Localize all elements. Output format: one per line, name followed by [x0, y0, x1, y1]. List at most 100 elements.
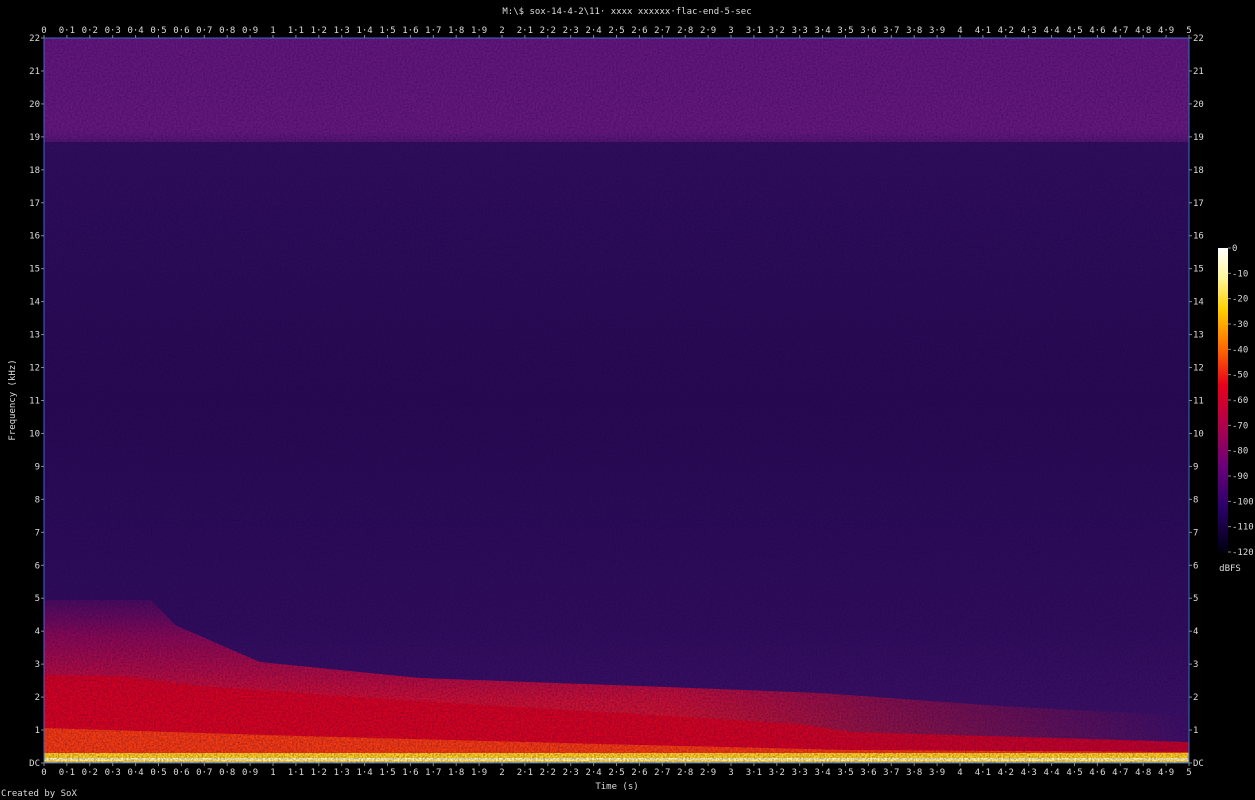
x-tick-label-bottom: 2·9: [700, 768, 716, 778]
y-tick-label-right: 8: [1193, 495, 1198, 505]
y-tick-label-right: 14: [1193, 298, 1204, 308]
colorbar-tick-label: -30: [1232, 320, 1248, 330]
x-tick-label-bottom: 1·2: [311, 768, 327, 778]
x-tick-label-top: 1·7: [425, 26, 441, 36]
x-tick-label-top: 3: [728, 26, 733, 36]
x-tick-label-top: 2·6: [631, 26, 647, 36]
x-tick-label-top: 3·7: [883, 26, 899, 36]
y-tick-label-left: 21: [29, 67, 40, 77]
x-tick-label-bottom: 0·7: [196, 768, 212, 778]
x-axis-label: Time (s): [595, 782, 638, 792]
x-tick-label-bottom: 0·1: [59, 768, 75, 778]
x-tick-label-bottom: 2: [499, 768, 504, 778]
x-tick-label-bottom: 1·1: [288, 768, 304, 778]
x-tick-label-top: 2: [499, 26, 504, 36]
x-tick-label-top: 4: [957, 26, 962, 36]
x-tick-label-top: 0·3: [105, 26, 121, 36]
x-tick-label-top: 0·9: [242, 26, 258, 36]
y-tick-label-left: 22: [29, 34, 40, 44]
x-tick-label-bottom: 4·3: [1021, 768, 1037, 778]
x-tick-label-bottom: 1·5: [379, 768, 395, 778]
x-tick-label-bottom: 1·6: [402, 768, 418, 778]
y-tick-label-right: 3: [1193, 660, 1198, 670]
x-tick-label-bottom: 1: [270, 768, 275, 778]
x-tick-label-top: 3·4: [814, 26, 830, 36]
y-tick-label-left: 1: [35, 726, 40, 736]
x-tick-label-bottom: 2·5: [608, 768, 624, 778]
y-tick-label-left: 11: [29, 397, 40, 407]
chart-title: M:\$ sox-14-4-2\11· xxxx xxxxxx·flac-end…: [502, 7, 751, 17]
x-tick-label-top: 2·2: [540, 26, 556, 36]
x-tick-label-top: 3·2: [769, 26, 785, 36]
x-tick-label-bottom: 2·6: [631, 768, 647, 778]
y-tick-label-left: 5: [35, 594, 40, 604]
x-tick-label-bottom: 0·4: [127, 768, 143, 778]
x-tick-label-bottom: 1·9: [471, 768, 487, 778]
colorbar: 0 -10 -20 -30 -40 -50 -60 -70 -80 -90 -100 -110 -120…: [1218, 244, 1254, 574]
x-tick-label-bottom: 4·5: [1066, 768, 1082, 778]
colorbar-tick-label: -90: [1232, 472, 1248, 482]
x-tick-label-bottom: 3·7: [883, 768, 899, 778]
x-tick-label-top: 2·7: [654, 26, 670, 36]
colorbar-tick-label: -60: [1232, 396, 1248, 406]
x-tick-label-bottom: 4·8: [1135, 768, 1151, 778]
x-tick-label-top: 3·8: [906, 26, 922, 36]
x-tick-label-bottom: 4·4: [1043, 768, 1059, 778]
x-tick-label-bottom: 2·3: [563, 768, 579, 778]
y-tick-label-right: DC: [1193, 759, 1204, 769]
x-tick-label-top: 0·7: [196, 26, 212, 36]
x-tick-label-bottom: 0·6: [173, 768, 189, 778]
x-tick-label-bottom: 2·7: [654, 768, 670, 778]
colorbar-tick-label: -10: [1232, 269, 1248, 279]
x-tick-label-bottom: 4·7: [1112, 768, 1128, 778]
colorbar-tick-label: -40: [1232, 345, 1248, 355]
x-tick-label-bottom: 3: [728, 768, 733, 778]
colorbar-tick-label: -20: [1232, 295, 1248, 305]
x-tick-label-bottom: 1·4: [356, 768, 372, 778]
x-tick-label-bottom: 3·3: [792, 768, 808, 778]
x-tick-label-bottom: 0·2: [82, 768, 98, 778]
y-tick-label-left: 7: [35, 528, 40, 538]
y-tick-label-right: 11: [1193, 397, 1204, 407]
y-tick-label-right: 19: [1193, 133, 1204, 143]
x-tick-label-top: 5: [1186, 26, 1191, 36]
x-tick-label-bottom: 0: [41, 768, 46, 778]
y-tick-label-right: 17: [1193, 199, 1204, 209]
x-tick-label-top: 4·8: [1135, 26, 1151, 36]
x-ticks-bottom: 0 0·1 0·2 0·3 0·4 0·5 0·6 0·7 0·8 0·9 1 1·1 1·2 1·3 1·…: [41, 763, 1192, 778]
y-tick-label-right: 4: [1193, 627, 1198, 637]
x-tick-label-bottom: 0·5: [150, 768, 166, 778]
y-tick-label-left: 16: [29, 232, 40, 242]
y-tick-label-left: 9: [35, 462, 40, 472]
x-tick-label-top: 1·3: [334, 26, 350, 36]
x-tick-label-top: 1·8: [448, 26, 464, 36]
x-tick-label-bottom: 2·4: [585, 768, 601, 778]
x-tick-label-top: 4·4: [1043, 26, 1059, 36]
y-tick-label-left: 15: [29, 265, 40, 275]
x-tick-label-bottom: 4·6: [1089, 768, 1105, 778]
x-tick-label-bottom: 4·2: [998, 768, 1014, 778]
x-tick-label-bottom: 3·1: [746, 768, 762, 778]
x-tick-label-top: 4·5: [1066, 26, 1082, 36]
y-tick-label-left: 2: [35, 693, 40, 703]
y-tick-label-left: 20: [29, 100, 40, 110]
x-tick-label-top: 2·4: [585, 26, 601, 36]
x-tick-label-top: 3·3: [792, 26, 808, 36]
y-ticks-left: DC12345678910111213141516171819202122: [29, 34, 44, 769]
colorbar-tick-label: -50: [1232, 371, 1248, 381]
x-tick-label-bottom: 1·8: [448, 768, 464, 778]
x-tick-label-top: 1·6: [402, 26, 418, 36]
x-tick-label-bottom: 0·3: [105, 768, 121, 778]
y-tick-label-right: 18: [1193, 166, 1204, 176]
y-tick-label-right: 12: [1193, 364, 1204, 374]
x-tick-label-bottom: 3·9: [929, 768, 945, 778]
x-tick-label-bottom: 3·4: [814, 768, 830, 778]
y-tick-label-right: 20: [1193, 100, 1204, 110]
spectrogram-figure: M:\$ sox-14-4-2\11· xxxx xxxxxx·flac-end…: [8, 7, 1254, 792]
y-tick-label-right: 15: [1193, 265, 1204, 275]
x-tick-label-top: 2·3: [563, 26, 579, 36]
y-tick-label-right: 7: [1193, 528, 1198, 538]
colorbar-label: dBFS: [1219, 564, 1241, 574]
x-tick-label-top: 4·7: [1112, 26, 1128, 36]
y-tick-label-right: 9: [1193, 462, 1198, 472]
